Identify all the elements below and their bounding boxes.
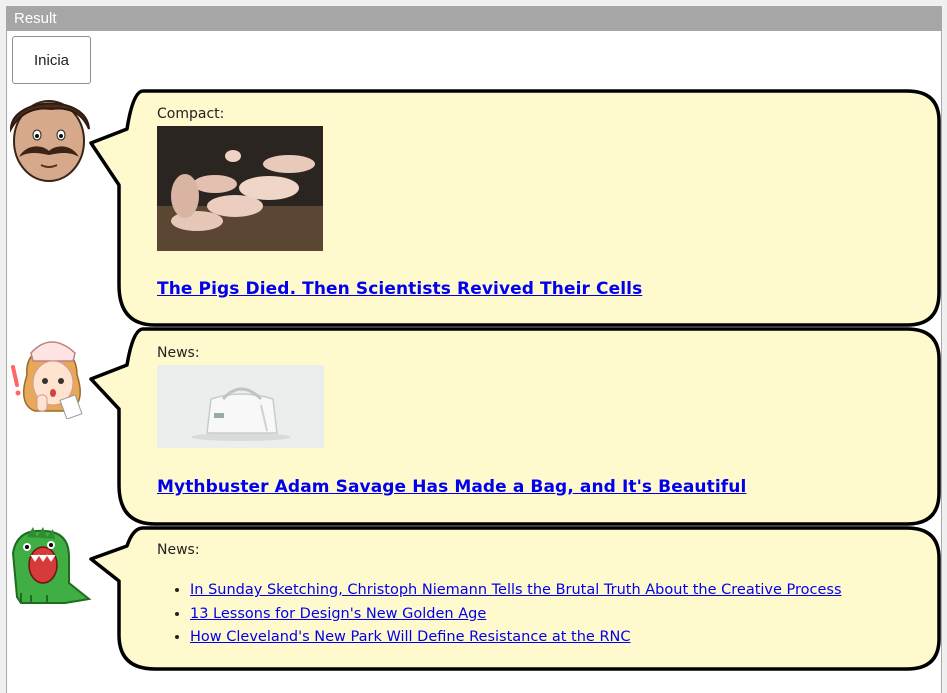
list-item: 13 Lessons for Design's New Golden Age — [190, 603, 917, 627]
news-link-list: In Sunday Sketching, Christoph Niemann T… — [157, 579, 917, 650]
post-3-content: News: In Sunday Sketching, Christoph Nie… — [157, 541, 917, 650]
news-link-1[interactable]: In Sunday Sketching, Christoph Niemann T… — [190, 582, 842, 598]
news-link-2[interactable]: 13 Lessons for Design's New Golden Age — [190, 606, 486, 622]
result-frame: Result Inicia Compact: The Pigs Died. Th… — [6, 6, 942, 693]
post-3-label: News: — [157, 542, 200, 558]
list-item: How Cleveland's New Park Will Define Res… — [190, 626, 917, 650]
news-link-3[interactable]: How Cleveland's New Park Will Define Res… — [190, 629, 631, 645]
list-item: In Sunday Sketching, Christoph Niemann T… — [190, 579, 917, 603]
